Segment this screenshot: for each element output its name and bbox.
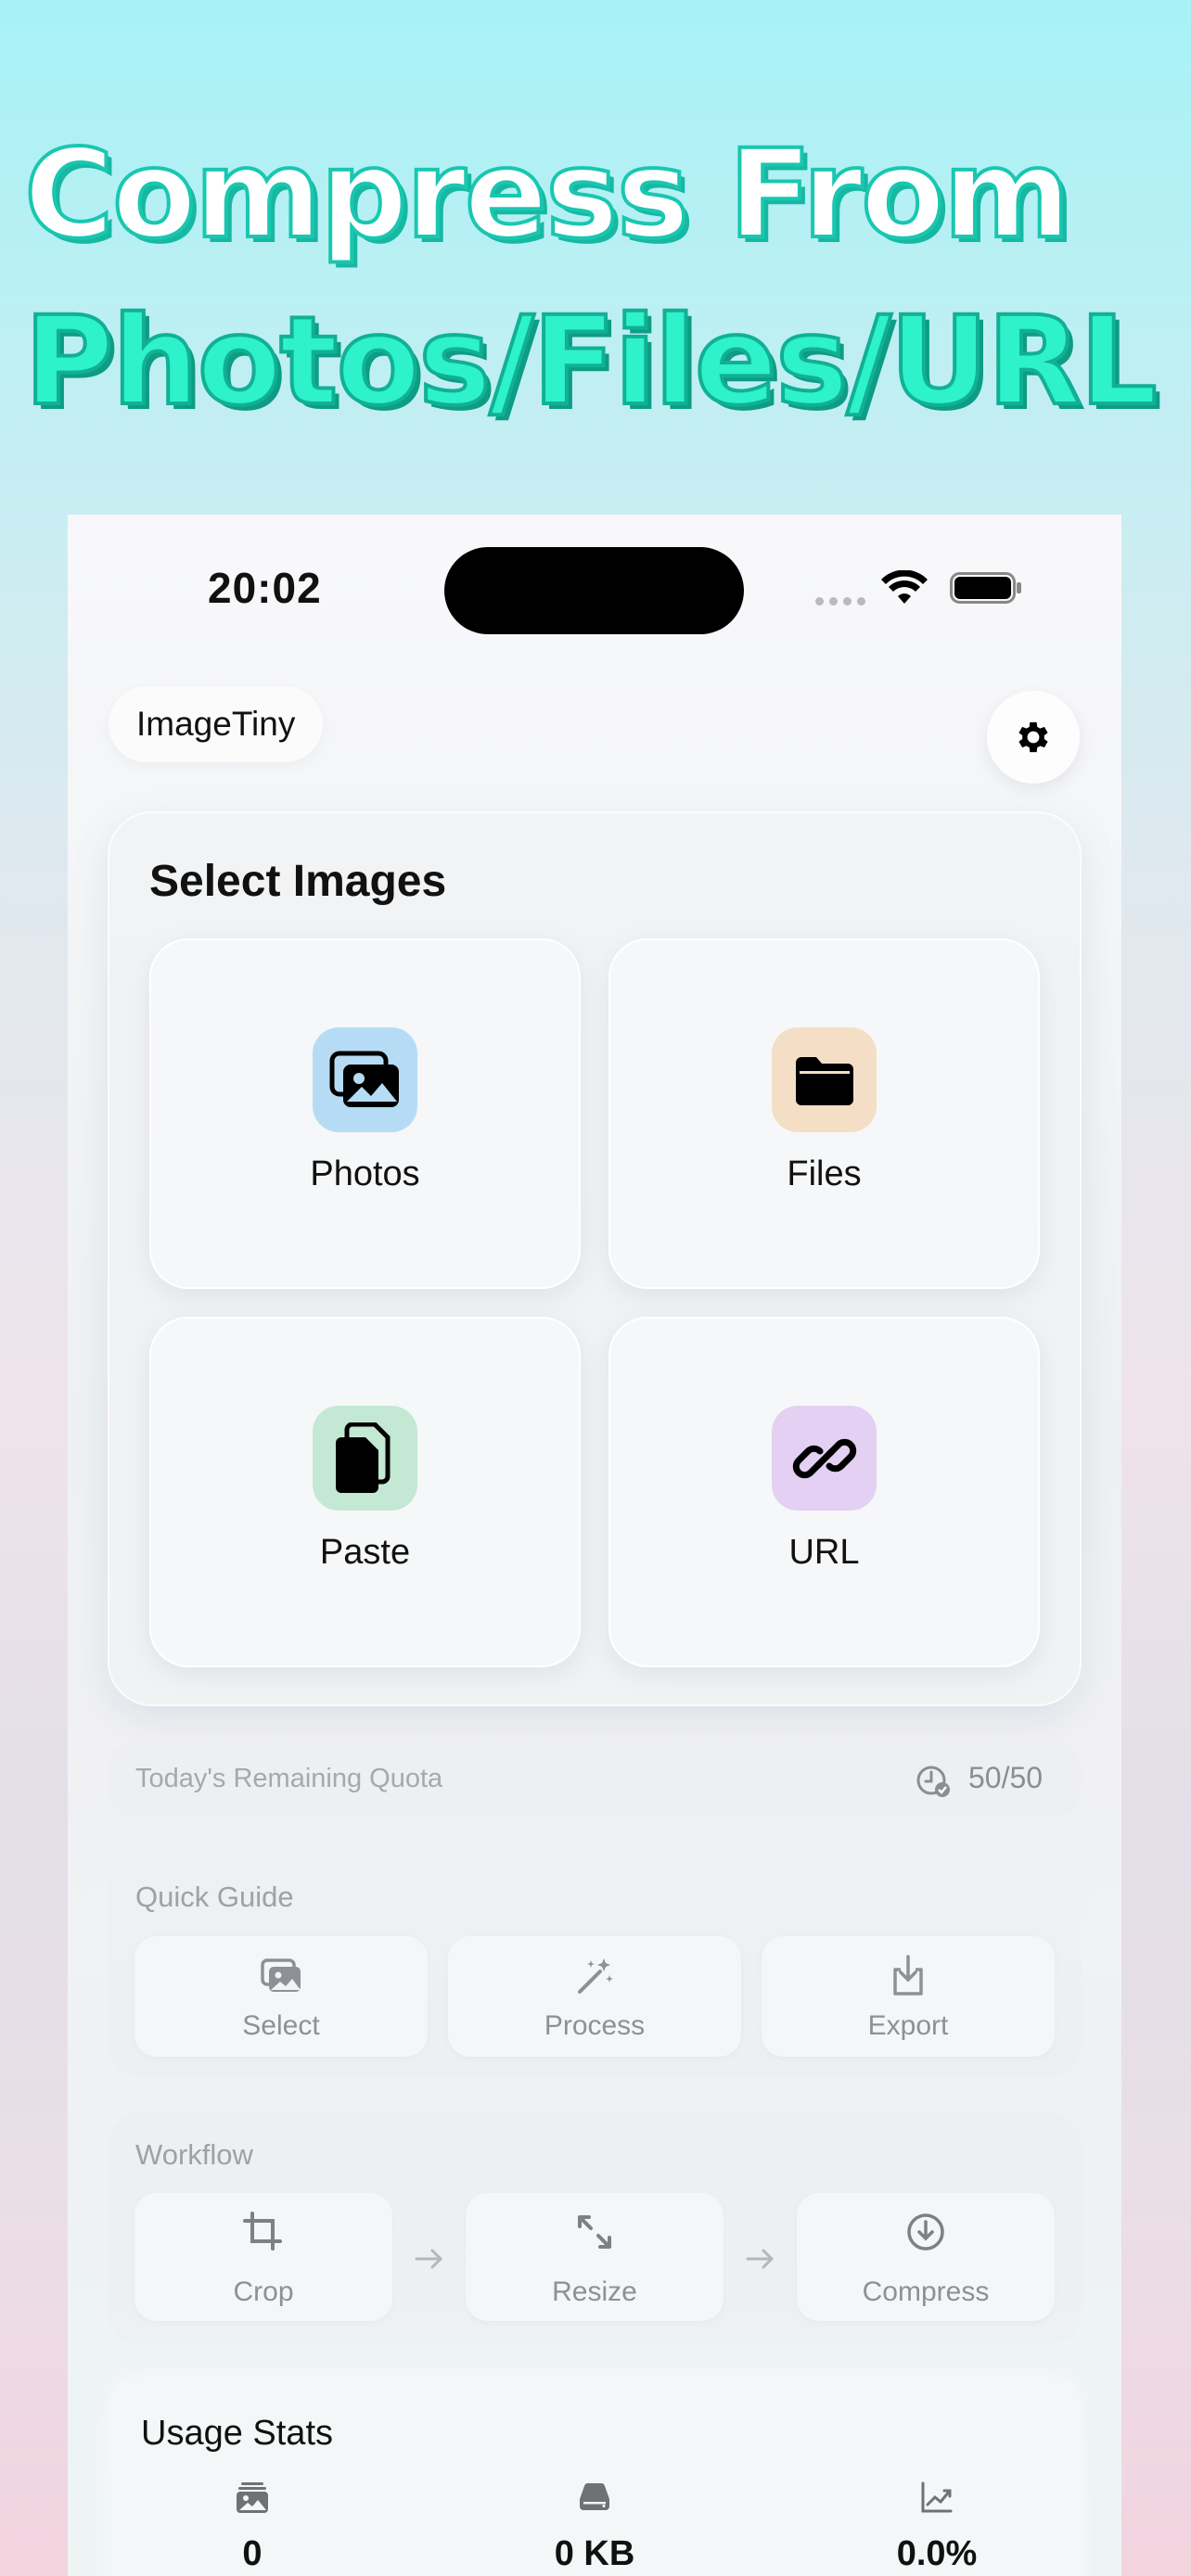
usage-stats-title: Usage Stats <box>141 2414 333 2453</box>
hero-line-1: Compress From <box>22 121 1072 268</box>
paste-label: Paste <box>319 1533 411 1572</box>
usage-stats-card: Usage Stats 0 0 KB 0.0% <box>108 2377 1082 2576</box>
resize-icon <box>578 2215 611 2249</box>
hero-headline: Compress From Photos/Files/URL <box>22 111 1174 445</box>
folder-icon <box>772 1027 877 1132</box>
timer-check-icon <box>916 1766 950 1797</box>
quota-label: Today's Remaining Quota <box>135 1764 443 1793</box>
guide-step-process-label: Process <box>544 2010 646 2041</box>
battery-icon <box>950 572 1021 604</box>
compress-icon <box>907 2213 944 2251</box>
guide-step-select[interactable]: Select <box>134 1936 428 2057</box>
workflow-step-crop[interactable]: Crop <box>134 2193 392 2321</box>
stat-storage: 0 KB <box>455 2479 734 2574</box>
url-label: URL <box>788 1533 860 1572</box>
photos-label: Photos <box>310 1154 420 1193</box>
guide-step-process[interactable]: Process <box>448 1936 741 2057</box>
select-images-card: Select Images Photos Files Paste URL <box>108 811 1082 1706</box>
status-time: 20:02 <box>208 564 322 612</box>
images-icon <box>237 2482 268 2513</box>
url-option[interactable]: URL <box>608 1317 1040 1667</box>
files-option[interactable]: Files <box>608 938 1040 1289</box>
guide-step-export-label: Export <box>867 2010 949 2041</box>
select-images-title: Select Images <box>149 857 447 906</box>
crop-icon <box>243 2212 282 2251</box>
dynamic-island <box>444 547 744 634</box>
photos-option[interactable]: Photos <box>149 938 581 1289</box>
workflow-title: Workflow <box>135 2138 253 2171</box>
app-title: ImageTiny <box>136 705 296 743</box>
storage-icon <box>580 2482 609 2510</box>
export-icon <box>893 1955 923 1996</box>
stat-images: 0 <box>113 2479 391 2574</box>
quick-guide-title: Quick Guide <box>135 1881 294 1913</box>
workflow-step-resize-label: Resize <box>552 2276 637 2307</box>
guide-step-export[interactable]: Export <box>762 1936 1055 2057</box>
workflow-step-crop-label: Crop <box>233 2276 294 2307</box>
status-bar: 20:02 <box>68 515 1121 663</box>
app-title-pill: ImageTiny <box>109 686 324 762</box>
guide-step-select-label: Select <box>242 2010 320 2041</box>
workflow-panel: Workflow Crop Resize Compress <box>108 2112 1082 2344</box>
quota-bar: Today's Remaining Quota 50/50 <box>108 1741 1082 1817</box>
quota-value: 50/50 <box>968 1761 1044 1794</box>
photo-stack-icon <box>261 1958 301 1992</box>
phone-screen: 20:02 ImageTiny Select Images Photos Fil… <box>68 515 1121 2576</box>
stat-ratio-value: 0.0% <box>896 2534 978 2573</box>
gear-icon <box>1018 721 1048 753</box>
hero-line-2: Photos/Files/URL <box>22 288 1159 435</box>
link-icon <box>772 1406 877 1511</box>
cellular-signal-icon <box>815 597 865 606</box>
stat-storage-value: 0 KB <box>554 2534 635 2573</box>
stat-images-value: 0 <box>242 2534 263 2573</box>
arrow-right-icon <box>415 2249 443 2269</box>
stat-ratio: 0.0% <box>798 2479 1076 2574</box>
workflow-step-compress-label: Compress <box>862 2276 990 2307</box>
paste-icon <box>313 1406 417 1511</box>
workflow-step-resize[interactable]: Resize <box>466 2193 724 2321</box>
files-label: Files <box>787 1154 862 1193</box>
arrow-right-icon <box>746 2249 775 2269</box>
magic-wand-icon <box>578 1958 613 1994</box>
chart-icon <box>921 2481 953 2513</box>
paste-option[interactable]: Paste <box>149 1317 581 1667</box>
settings-button[interactable] <box>987 691 1080 784</box>
wifi-icon <box>881 570 928 604</box>
quick-guide-panel: Quick Guide Select Process Export <box>108 1855 1082 2077</box>
workflow-step-compress[interactable]: Compress <box>797 2193 1055 2321</box>
photos-icon <box>313 1027 417 1132</box>
